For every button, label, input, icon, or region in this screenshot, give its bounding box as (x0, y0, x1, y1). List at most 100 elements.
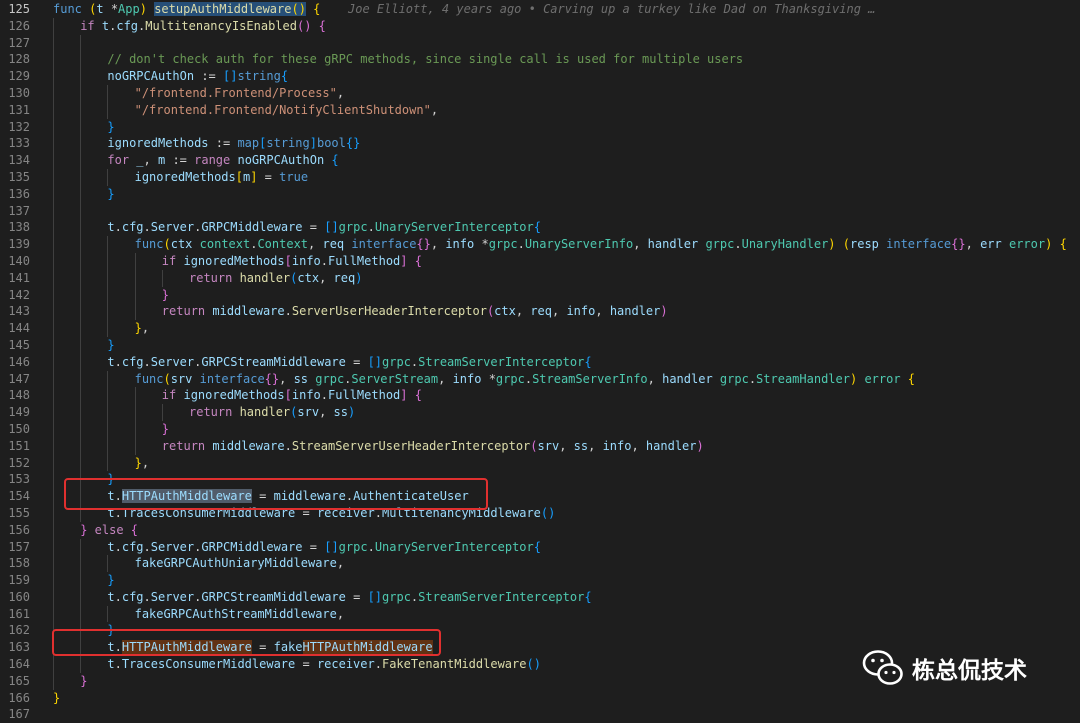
code-line[interactable]: 142} (0, 286, 1080, 304)
line-number: 140 (8, 253, 30, 268)
code-token: HTTPAuthMiddleware (121, 489, 252, 504)
code-line[interactable]: 134 for _, m := range noGRPCAuthOn { (0, 152, 1080, 169)
code-token: handler (609, 304, 661, 319)
code-token: fakeGRPCAuthStreamMiddleware (134, 606, 337, 621)
code-line[interactable]: 160 t.cfg.Server.GRPCStreamMiddleware = [… (0, 588, 1080, 606)
code-token: = (345, 354, 368, 369)
code-line[interactable]: 126 if t.cfg.MultitenancyIsEnabled() { (0, 17, 1080, 35)
code-token: { (331, 153, 339, 168)
code-line[interactable]: 155 t.TracesConsumerMiddleware = receiver… (0, 504, 1080, 522)
line-number: 152 (8, 455, 30, 470)
code-line[interactable]: 158 fakeGRPCAuthUniaryMiddleware, (0, 555, 1080, 573)
code-line[interactable]: 150} (0, 420, 1080, 438)
code-line[interactable]: 147 func(srv interface{}, ss grpc. ServerS… (0, 370, 1080, 388)
code-line[interactable]: 141 return handler(ctx, req) (0, 269, 1080, 287)
code-token: interface (351, 237, 417, 252)
code-line[interactable]: 136} (0, 185, 1080, 203)
indent-guide (134, 404, 136, 421)
code-line[interactable]: 156} else { (0, 521, 1080, 539)
code-line[interactable]: 143 return middleware.ServerUserHeaderInt… (0, 303, 1080, 321)
code-token: grpc (705, 237, 735, 252)
code-line[interactable]: 131 "/frontend.Frontend/NotifyClientShutd… (0, 101, 1080, 119)
code-token: , (515, 304, 531, 319)
code-text: return middleware.StreamServerUserHeader… (162, 438, 704, 455)
code-token: ctx (297, 270, 320, 285)
code-token: ServerUserHeaderInterceptor (291, 304, 487, 319)
code-token: , (595, 304, 610, 319)
indent-guide (80, 639, 82, 657)
code-token: resp (850, 237, 887, 252)
code-line[interactable]: 149 return handler(srv, ss) (0, 404, 1080, 421)
code-token: () (540, 505, 556, 520)
code-token: [ (235, 169, 243, 184)
code-line[interactable]: 166} (0, 690, 1080, 707)
code-line[interactable]: 128 // don't check auth for these gRPC me… (0, 51, 1080, 69)
code-text: }, (135, 320, 149, 337)
code-token: } (134, 321, 142, 336)
code-editor[interactable]: 125 func (t *App) setupAuthMiddleware() {… (0, 0, 1080, 723)
code-line[interactable]: 157 t.cfg.Server.GRPCMiddleware = []grpc.… (0, 538, 1080, 556)
indent-guide (161, 269, 163, 287)
code-token: ignoredMethods (107, 136, 209, 151)
code-token: . (734, 237, 742, 252)
code-token: srv (170, 371, 200, 386)
indent-guide (107, 286, 109, 304)
indent-guide (80, 488, 82, 505)
code-line[interactable]: 144}, (0, 320, 1080, 337)
line-number: 133 (8, 136, 30, 151)
code-line[interactable]: 137 (0, 202, 1080, 220)
code-token: } (134, 455, 142, 470)
code-line[interactable]: 127 (0, 34, 1080, 52)
code-token: ) (347, 405, 356, 420)
indent-guide (53, 538, 54, 556)
indent-guide (80, 605, 82, 623)
code-line[interactable]: 162} (0, 622, 1080, 640)
code-line[interactable]: 145} (0, 336, 1080, 354)
indent-guide (80, 252, 82, 270)
code-line[interactable]: 130 "/frontend.Frontend/Process", (0, 84, 1080, 102)
code-line[interactable]: 133 ignoredMethods := map[string]bool{} (0, 135, 1080, 153)
code-token: [] (367, 354, 383, 369)
code-line[interactable]: 139 func(ctx context.Context, req interfa… (0, 236, 1080, 253)
indent-guide (53, 185, 54, 203)
code-token: () (291, 2, 306, 16)
code-token: handler (645, 438, 697, 453)
code-line[interactable]: 146 t.cfg.Server.GRPCStreamMiddleware = [… (0, 353, 1080, 371)
code-line[interactable]: 159} (0, 572, 1080, 589)
code-line[interactable]: 152}, (0, 454, 1080, 472)
indent-guide (134, 252, 136, 270)
code-line[interactable]: 138 t.cfg.Server.GRPCMiddleware = []grpc.… (0, 219, 1080, 237)
code-token: ServerStream (351, 371, 439, 386)
code-token: grpc (338, 220, 368, 235)
code-token: , (319, 270, 334, 285)
code-token: HTTPAuthMiddleware (302, 640, 433, 655)
code-token: req (322, 237, 352, 252)
code-token: ( (842, 237, 850, 252)
code-token: AuthenticateUser (353, 489, 469, 504)
code-token: . (114, 640, 122, 655)
line-number: 130 (8, 85, 30, 100)
code-token: { (1059, 237, 1067, 252)
code-line[interactable]: 167 (0, 706, 1080, 723)
indent-guide (80, 404, 82, 421)
code-token: ) (355, 270, 363, 285)
code-line[interactable]: 129 noGRPCAuthOn := []string{ (0, 68, 1080, 85)
code-line[interactable]: 161 fakeGRPCAuthStreamMiddleware, (0, 605, 1080, 623)
code-line[interactable]: 135 ignoredMethods[m] = true (0, 168, 1080, 186)
code-token: , (633, 237, 648, 252)
code-text: } (53, 690, 60, 707)
code-line[interactable]: 125 func (t *App) setupAuthMiddleware() {… (0, 1, 1080, 18)
indent-guide (80, 437, 82, 455)
code-line[interactable]: 151 return middleware.StreamServerUserHea… (0, 437, 1080, 455)
code-line[interactable]: 153} (0, 471, 1080, 489)
line-number: 164 (8, 657, 30, 672)
code-line[interactable]: 148 if ignoredMethods[info.FullMethod] { (0, 387, 1080, 405)
code-line[interactable]: 154 t.HTTPAuthMiddleware = middleware.Aut… (0, 488, 1080, 505)
line-number: 138 (8, 220, 30, 235)
code-token: err (980, 237, 1009, 252)
code-text: func(ctx context.Context, req interface{… (135, 236, 1067, 253)
indent-guide (134, 269, 136, 287)
code-line[interactable]: 132} (0, 118, 1080, 136)
code-token: range (194, 153, 238, 168)
code-line[interactable]: 140 if ignoredMethods[info.FullMethod] { (0, 252, 1080, 270)
